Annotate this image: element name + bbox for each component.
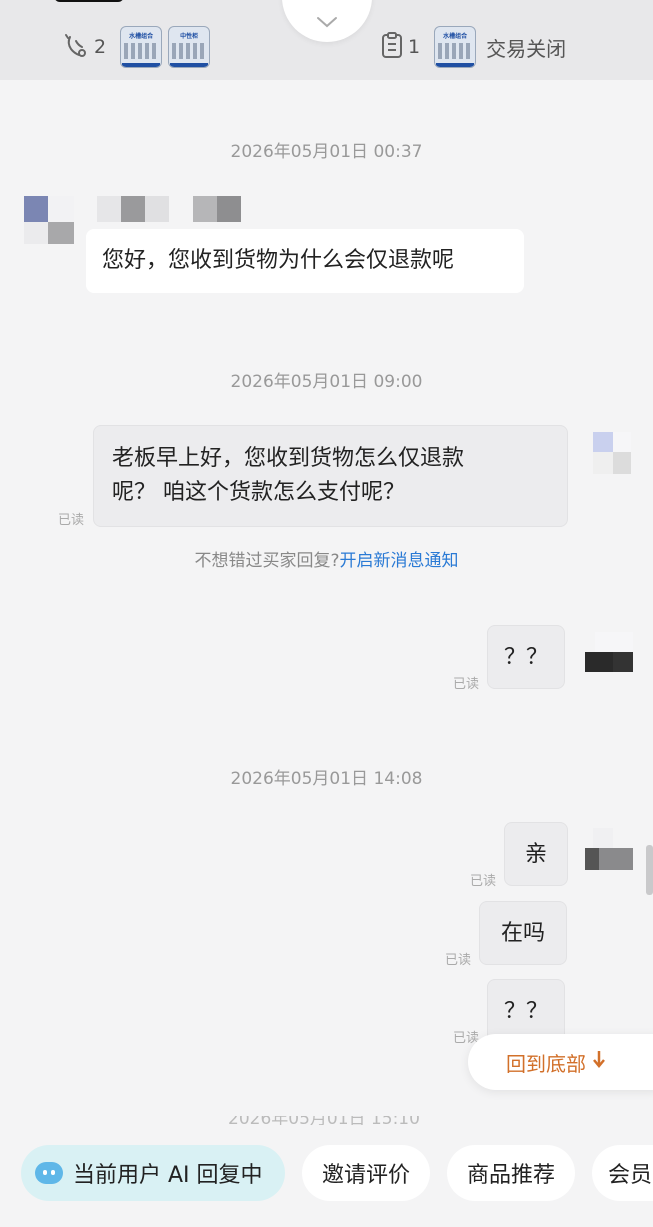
notification-prompt: 不想错过买家回复?开启新消息通知 [194,551,459,571]
status-bar-notch [54,0,124,2]
chat-timestamp: 2026年05月01日 09:00 [230,372,423,392]
product-thumbnail[interactable]: 中性柜 [168,26,211,68]
read-receipt: 已读 [58,513,85,528]
buyer-nickname-blurred [97,196,272,222]
footprint-count: 2 [94,36,107,58]
seller-avatar[interactable] [585,432,631,478]
outgoing-message[interactable]: 亲 [504,822,568,886]
arrow-down-icon [592,1049,606,1076]
footprint-group[interactable]: 2 水槽组合 中性柜 [62,26,211,68]
chat-timestamp: 2026年05月01日 14:08 [230,769,423,789]
enable-notification-link[interactable]: 开启新消息通知 [340,551,459,571]
read-receipt: 已读 [445,953,472,968]
chat-timestamp: 2026年05月01日 00:37 [230,142,423,162]
chevron-down-icon [316,13,338,32]
outgoing-message[interactable]: ？？ [487,625,565,689]
invite-review-chip[interactable]: 邀请评价 [302,1145,430,1201]
order-group[interactable]: 1 水槽组合 交易关闭 [380,26,566,68]
seller-avatar[interactable] [585,828,633,870]
read-receipt: 已读 [453,677,480,692]
order-status: 交易关闭 [486,36,567,61]
product-recommend-chip[interactable]: 商品推荐 [447,1145,575,1201]
scrollbar[interactable] [646,845,653,895]
order-header: 2 水槽组合 中性柜 1 水槽组合 交易关闭 [0,0,653,80]
member-chip[interactable]: 会员 [592,1145,653,1201]
clipboard-icon [380,31,404,63]
incoming-message[interactable]: 您好，您收到货物为什么会仅退款呢 [86,229,524,293]
collapse-header-button[interactable] [282,0,372,42]
read-receipt: 已读 [470,874,497,889]
order-count: 1 [408,36,421,58]
footprint-icon [62,31,90,63]
outgoing-message[interactable]: 在吗 [479,901,567,965]
ai-assistant-icon [35,1162,63,1184]
back-to-bottom-button[interactable]: 回到底部 [468,1034,653,1090]
ai-reply-chip[interactable]: 当前用户 AI 回复中 [21,1145,285,1201]
product-thumbnail[interactable]: 水槽组合 [120,26,163,68]
seller-avatar[interactable] [585,632,633,672]
quick-action-bar: 当前用户 AI 回复中 邀请评价 商品推荐 会员 [0,1125,653,1227]
outgoing-message[interactable]: 老板早上好，您收到货物怎么仅退款 呢？ 咱这个货款怎么支付呢？ [93,425,568,527]
order-thumbnail[interactable]: 水槽组合 [434,26,477,68]
buyer-avatar[interactable] [24,196,76,248]
